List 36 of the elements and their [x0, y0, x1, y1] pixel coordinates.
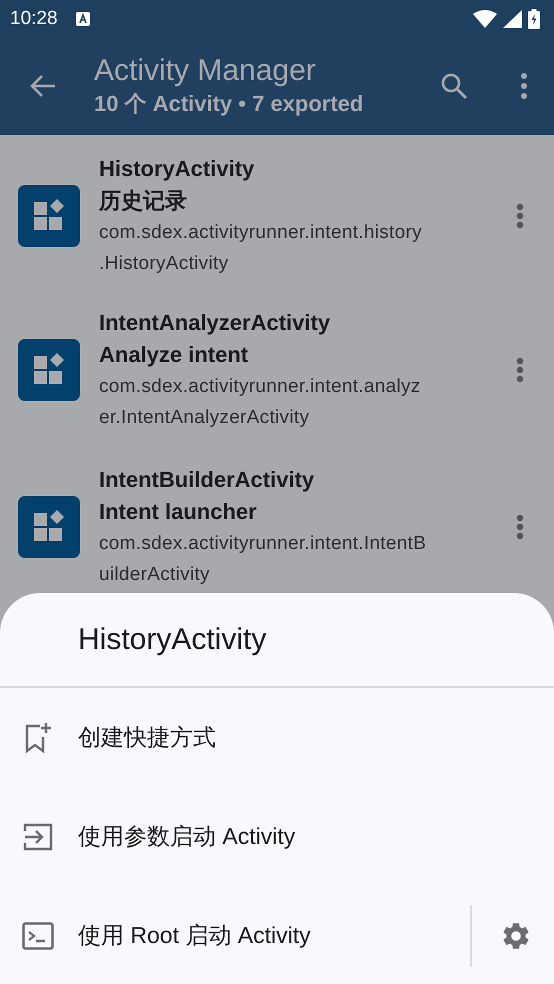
- activity-label: 历史记录: [99, 187, 188, 215]
- activity-item[interactable]: IntentAnalyzerActivity Analyze intent com.sdex.activityrunner.intent.analyz er.IntentAnalyzerActivity: [0, 291, 554, 448]
- battery-icon: [528, 8, 540, 28]
- terminal-icon: [22, 922, 54, 950]
- widgets-icon: [18, 185, 80, 247]
- more-options-icon[interactable]: [516, 356, 524, 382]
- widgets-icon: [18, 496, 80, 558]
- widgets-icon: [18, 338, 80, 400]
- activity-name: HistoryActivity: [99, 155, 256, 183]
- keyboard-notification-icon: [76, 12, 90, 26]
- activity-name: IntentAnalyzerActivity: [99, 308, 332, 337]
- back-arrow-icon[interactable]: [30, 74, 56, 98]
- more-options-icon[interactable]: [520, 72, 528, 100]
- package-name: com.sdex.activityrunner.intent.IntentB: [99, 532, 428, 556]
- activity-name: IntentBuilderActivity: [99, 466, 316, 494]
- package-name: .HistoryActivity: [99, 252, 230, 276]
- signal-icon: [503, 10, 522, 28]
- wifi-icon: [473, 10, 497, 28]
- sheet-action[interactable]: 使用 Root 启动 Activity: [0, 886, 470, 984]
- search-icon[interactable]: [440, 72, 468, 100]
- app-title: Activity Manager: [94, 53, 317, 89]
- package-name: er.IntentAnalyzerActivity: [99, 406, 310, 430]
- activity-label: Analyze intent: [99, 340, 250, 369]
- input-icon: [22, 822, 54, 850]
- sheet-action[interactable]: 使用参数启动 Activity: [0, 787, 532, 886]
- more-options-icon[interactable]: [516, 514, 524, 540]
- package-name: com.sdex.activityrunner.intent.history: [99, 221, 423, 245]
- sheet-action[interactable]: 创建快捷方式: [0, 688, 532, 787]
- more-options-icon[interactable]: [516, 203, 524, 229]
- app-subtitle: 10 个 Activity • 7 exported: [94, 90, 364, 118]
- activity-label: Intent launcher: [99, 498, 258, 526]
- package-name: uilderActivity: [99, 562, 211, 586]
- package-name: com.sdex.activityrunner.intent.analyz: [99, 374, 422, 398]
- activity-item[interactable]: HistoryActivity 历史记录 com.sdex.activityrunner.intent.history .HistoryActivity: [0, 141, 554, 291]
- status-time: 10:28: [10, 8, 58, 30]
- sheet-title: HistoryActivity: [78, 622, 266, 656]
